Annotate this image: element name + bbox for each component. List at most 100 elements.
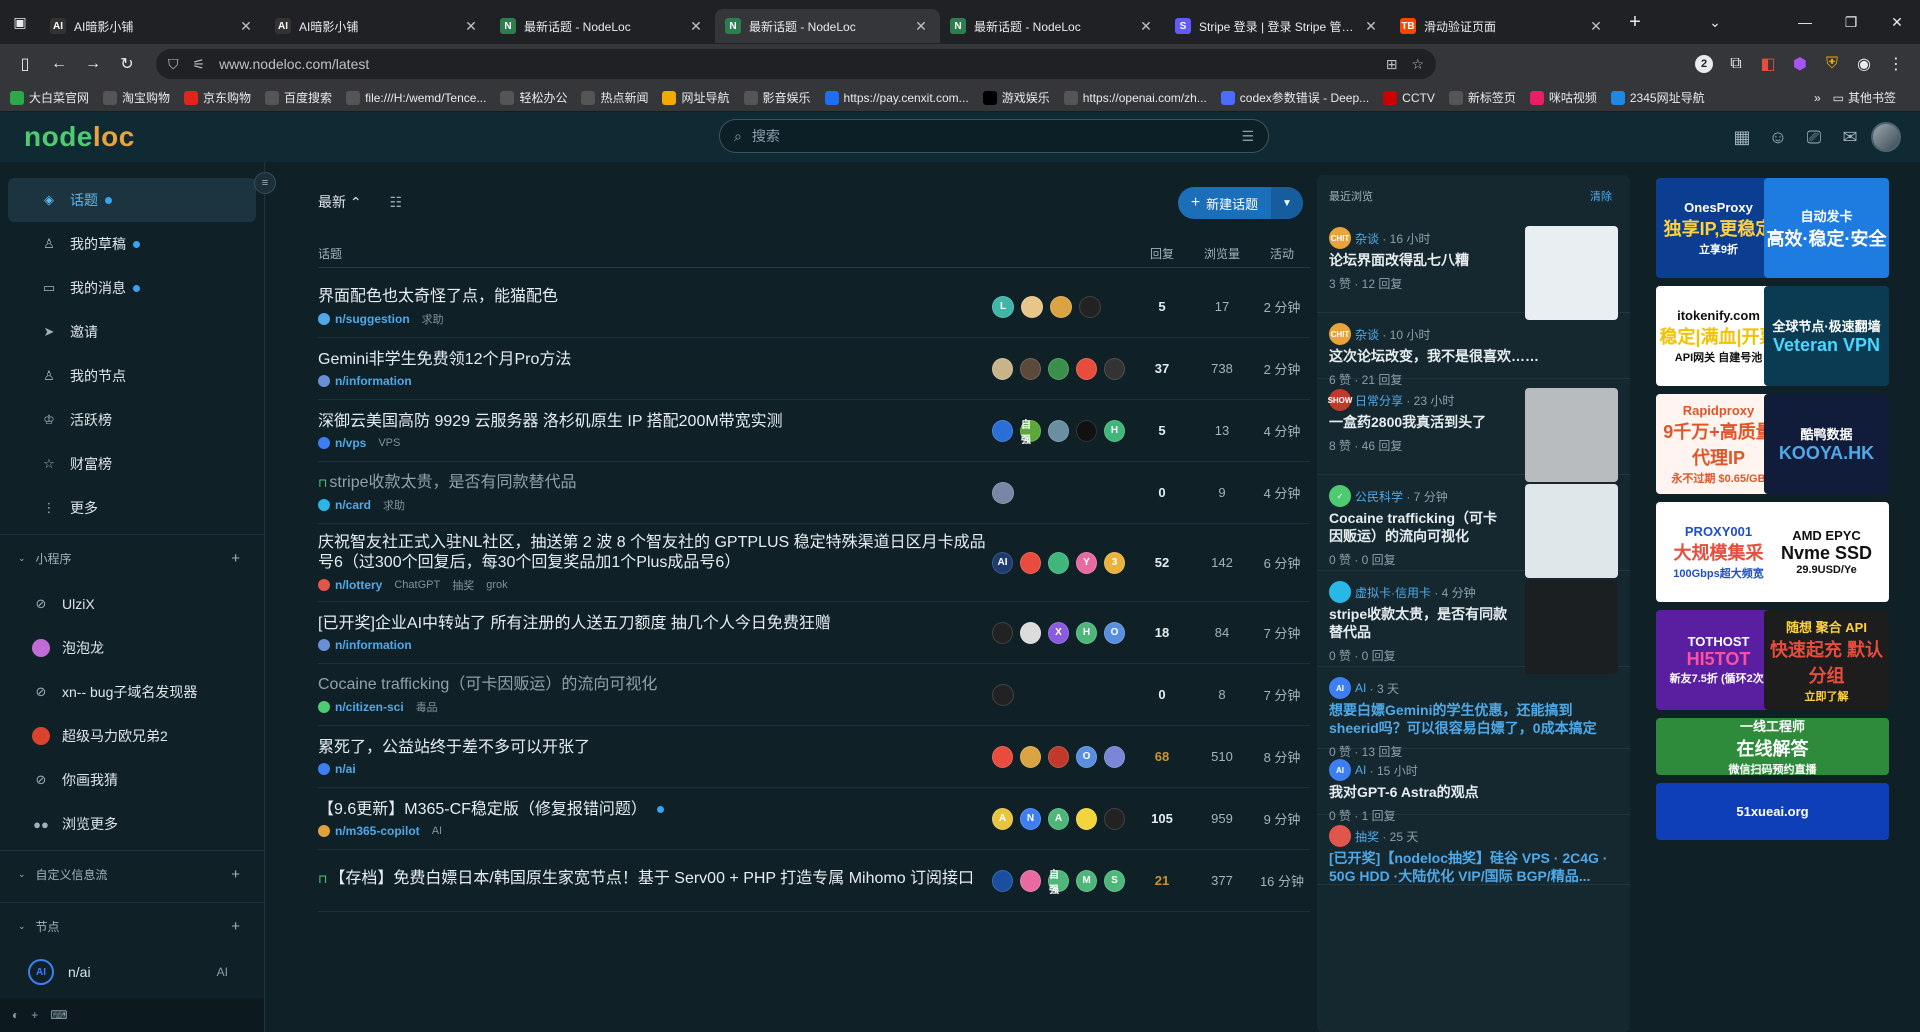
category-badge[interactable]: n/vps — [318, 436, 366, 450]
bookmark-item[interactable]: 大白菜官网 — [10, 89, 89, 106]
view-toggle-icon[interactable]: ☷ — [390, 194, 403, 211]
browser-tab[interactable]: N 最新话题 - NodeLoc ✕ — [715, 9, 940, 43]
browser-tab[interactable]: N 最新话题 - NodeLoc ✕ — [940, 9, 1165, 43]
poster-avatar[interactable]: S — [1104, 869, 1125, 892]
recent-item[interactable]: 抽奖 · 25 天 [已开奖]【nodeloc抽奖】硅谷 VPS · 2C4G ·… — [1317, 815, 1630, 885]
browser-tab[interactable]: S Stripe 登录 | 登录 Stripe 管理平 ✕ — [1165, 9, 1390, 43]
keyboard-icon[interactable]: ⌨ — [50, 1008, 67, 1022]
topic-title-link[interactable]: 庆祝智友社正式入驻NL社区，抽送第 2 波 8 个智友社的 GPTPLUS 稳定… — [318, 533, 992, 573]
sidebar-item[interactable]: ⋮ 更多 — [8, 486, 256, 530]
topic-tag[interactable]: 抽奖 — [452, 577, 474, 593]
node-item[interactable]: AI n/ai AI — [0, 950, 264, 994]
poster-avatar[interactable] — [1076, 807, 1097, 830]
recent-category[interactable]: AI — [1355, 681, 1366, 695]
poster-avatar[interactable] — [1076, 419, 1097, 442]
topic-tag[interactable]: 毒品 — [416, 699, 438, 715]
site-settings-icon[interactable]: ⚟ — [193, 56, 206, 73]
clear-recent-button[interactable]: 清除 — [1590, 188, 1612, 204]
browser-tab[interactable]: TB 滑动验证页面 ✕ — [1390, 9, 1615, 43]
poster-avatar[interactable] — [992, 745, 1013, 768]
poster-avatar[interactable]: N — [1020, 807, 1041, 830]
category-badge[interactable]: n/citizen-sci — [318, 700, 404, 714]
topic-title[interactable]: 【存档】免费白嫖日本/韩国原生家宽节点！基于 Serv00 + PHP 打造专属… — [329, 870, 974, 887]
poster-avatar[interactable] — [1104, 807, 1125, 830]
tab-close-icon[interactable]: ✕ — [237, 18, 255, 35]
recent-title[interactable]: Cocaine trafficking（可卡因贩运）的流向可视化 — [1329, 509, 1509, 545]
tab-close-icon[interactable]: ✕ — [687, 18, 705, 35]
ad-banner[interactable]: 自动发卡 高效·稳定·安全 — [1764, 178, 1889, 278]
bookmark-item[interactable]: 轻松办公 — [500, 89, 567, 106]
activity-time[interactable]: 16 分钟 — [1252, 871, 1310, 890]
bookmarks-overflow-icon[interactable]: » — [1814, 91, 1821, 105]
recent-category[interactable]: 抽奖 — [1355, 828, 1379, 845]
col-activity[interactable]: 活动 — [1252, 245, 1310, 262]
reply-count[interactable]: 0 — [1132, 485, 1192, 500]
profile-icon[interactable]: ◉ — [1848, 49, 1880, 79]
section-mini-programs[interactable]: ⌄ 小程序 + — [0, 534, 264, 582]
category-badge[interactable]: n/suggestion — [318, 312, 410, 326]
sidebar-toggle-icon[interactable]: ▯ — [8, 49, 42, 79]
category-badge[interactable]: n/lottery — [318, 578, 382, 592]
recent-category[interactable]: 虚拟卡·信用卡 — [1355, 584, 1431, 601]
url-text[interactable]: www.nodeloc.com/latest — [219, 56, 1386, 72]
address-bar[interactable]: ⛉ ⚟ www.nodeloc.com/latest ⊞ ☆ — [156, 49, 1436, 79]
recent-title[interactable]: 想要白嫖Gemini的学生优惠，还能搞到sheerid吗？可以很容易白嫖了，0成… — [1329, 701, 1618, 737]
reply-count[interactable]: 21 — [1132, 873, 1192, 888]
new-tab-button[interactable]: + — [1615, 11, 1655, 34]
reply-count[interactable]: 52 — [1132, 555, 1192, 570]
new-topic-main[interactable]: + 新建话题 — [1178, 194, 1271, 213]
poster-avatar[interactable] — [1104, 745, 1125, 768]
ad-banner[interactable]: 酷鸭数据 KOOYA.HK — [1764, 394, 1889, 494]
recent-title[interactable]: [已开奖]【nodeloc抽奖】硅谷 VPS · 2C4G · 50G HDD … — [1329, 849, 1618, 885]
topic-title[interactable]: [已开奖]企业AI中转站了 所有注册的人送五刀额度 抽几个人今日免费狂赠 — [318, 615, 831, 632]
bookmark-star-icon[interactable]: ☆ — [1411, 56, 1424, 73]
poster-avatar[interactable] — [1020, 621, 1041, 644]
activity-time[interactable]: 7 分钟 — [1252, 623, 1310, 642]
reply-count[interactable]: 0 — [1132, 687, 1192, 702]
col-topic[interactable]: 话题 — [318, 245, 992, 262]
mini-program-item[interactable]: ⊘ 你画我猜 — [0, 758, 264, 802]
ad-banner[interactable]: 全球节点·极速翻墙 Veteran VPN — [1764, 286, 1889, 386]
topic-title-link[interactable]: ⊓ 【存档】免费白嫖日本/韩国原生家宽节点！基于 Serv00 + PHP 打造专… — [318, 869, 992, 889]
poster-avatar[interactable] — [992, 621, 1013, 644]
poster-avatar[interactable] — [1048, 419, 1069, 442]
topic-title-link[interactable]: Cocaine trafficking（可卡因贩运）的流向可视化 — [318, 675, 992, 695]
topic-title[interactable]: 深御云美国高防 9929 云服务器 洛杉矶原生 IP 搭配200M带宽实测 — [318, 413, 783, 430]
topic-title[interactable]: stripe收款太贵，是否有同款替代品 — [329, 474, 576, 491]
notification-badge[interactable]: 2 — [1688, 49, 1720, 79]
user-menu[interactable] — [1868, 121, 1904, 153]
add-icon[interactable]: + — [231, 866, 240, 883]
chat-icon[interactable]: ✉ — [1832, 121, 1868, 153]
poster-avatar[interactable] — [992, 683, 1014, 706]
topic-tag[interactable]: 求助 — [422, 311, 444, 327]
reply-count[interactable]: 37 — [1132, 361, 1192, 376]
bookmark-item[interactable]: 2345网址导航 — [1610, 89, 1705, 106]
recent-title[interactable]: 一盒药2800我真活到头了 — [1329, 413, 1509, 431]
recent-item[interactable]: CHIT 杂谈 · 10 小时 这次论坛改变，我不是很喜欢…… 6 赞 · 21 回复 — [1317, 313, 1630, 387]
poster-avatar[interactable]: 自强 — [1020, 419, 1041, 446]
calendar-icon[interactable]: ▦ — [1724, 121, 1760, 153]
poster-avatar[interactable] — [1020, 551, 1041, 574]
tab-close-icon[interactable]: ✕ — [1587, 18, 1605, 35]
poster-avatar[interactable] — [992, 481, 1014, 504]
poster-avatar[interactable] — [1020, 869, 1041, 892]
topic-title-link[interactable]: 累死了，公益站终于差不多可以开张了 — [318, 738, 992, 758]
poster-avatar[interactable]: L — [992, 295, 1014, 318]
add-icon[interactable]: + — [31, 1008, 38, 1022]
install-app-icon[interactable]: ⊞ — [1386, 56, 1398, 73]
sidebar-item[interactable]: ♔ 活跃榜 — [8, 398, 256, 442]
recent-item[interactable]: 虚拟卡·信用卡 · 4 分钟 stripe收款太贵，是否有同款替代品 0 赞 · 0… — [1317, 571, 1630, 674]
search-input[interactable]: ⌕ 搜索 ☰ — [719, 119, 1269, 153]
poster-avatar[interactable]: X — [1048, 621, 1069, 644]
bookmark-item[interactable]: https://openai.com/zh... — [1063, 90, 1207, 105]
bookmark-item[interactable]: https://pay.cenxit.com... — [824, 90, 969, 105]
poster-avatar[interactable]: M — [1076, 869, 1097, 892]
ad-banner[interactable]: OnesProxy 独享IP,更稳定 立享9折 — [1656, 178, 1781, 278]
tab-close-icon[interactable]: ✕ — [1137, 18, 1155, 35]
sidebar-item[interactable]: ▭ 我的消息 — [8, 266, 256, 310]
poster-avatar[interactable] — [1079, 295, 1101, 318]
poster-avatar[interactable] — [1076, 357, 1097, 380]
recent-category[interactable]: 日常分享 — [1355, 392, 1403, 409]
browser-tab[interactable]: N 最新话题 - NodeLoc ✕ — [490, 9, 715, 43]
mini-program-item[interactable]: ⊘ xn-- bug子域名发现器 — [0, 670, 264, 714]
